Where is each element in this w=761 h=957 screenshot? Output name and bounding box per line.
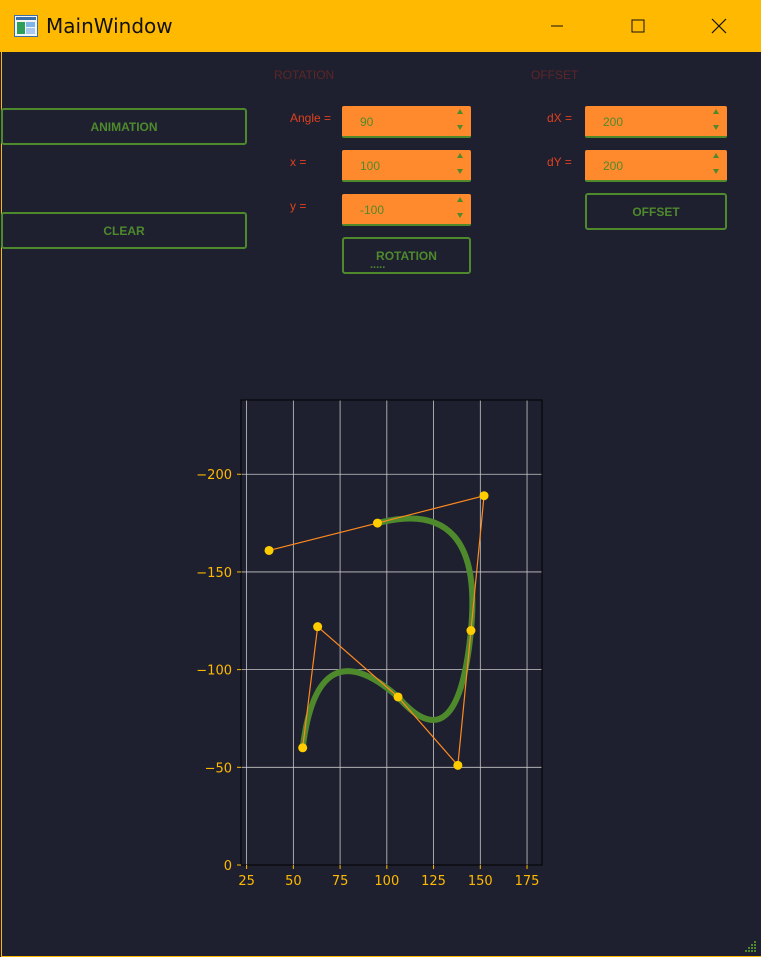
dx-up-arrow-icon[interactable]: [713, 109, 719, 114]
control-point: [453, 760, 463, 770]
y-up-arrow-icon[interactable]: [457, 197, 463, 202]
control-point: [466, 626, 476, 636]
x-tick-label: 150: [468, 874, 493, 889]
x-tick-label: 125: [421, 874, 446, 889]
angle-up-arrow-icon[interactable]: [457, 109, 463, 114]
maximize-button[interactable]: [598, 0, 678, 52]
y-down-arrow-icon[interactable]: [457, 213, 463, 218]
dy-spinbox[interactable]: 200: [585, 150, 727, 182]
rotation-group-label: ROTATION: [274, 68, 335, 82]
y-label: y =: [290, 199, 307, 213]
control-point: [264, 545, 274, 555]
dx-value: 200: [603, 115, 624, 129]
x-tick-label: 100: [374, 874, 399, 889]
rotation-button[interactable]: ROTATION: [342, 237, 471, 274]
minimize-button[interactable]: [517, 0, 597, 52]
x-label: x =: [290, 155, 307, 169]
control-point: [479, 491, 489, 501]
control-point: [313, 622, 323, 632]
x-tick-label: 175: [515, 874, 540, 889]
y-spinbox[interactable]: -100: [342, 194, 471, 226]
dy-up-arrow-icon[interactable]: [713, 153, 719, 158]
x-spinbox[interactable]: 100: [342, 150, 471, 182]
title-bar: MainWindow: [0, 0, 761, 52]
control-point: [393, 692, 403, 702]
maximize-icon: [631, 19, 645, 33]
minimize-icon: [551, 25, 563, 27]
offset-group-label: OFFSET: [531, 68, 579, 82]
y-tick-label: −200: [196, 468, 232, 483]
x-up-arrow-icon[interactable]: [457, 153, 463, 158]
angle-value: 90: [360, 115, 374, 129]
x-tick-label: 75: [332, 874, 349, 889]
control-point: [298, 743, 308, 753]
plot-area: [241, 400, 542, 865]
status-text: .....: [370, 259, 386, 271]
x-tick-label: 25: [238, 874, 255, 889]
y-tick-label: −100: [196, 664, 232, 679]
clear-button[interactable]: CLEAR: [1, 212, 247, 249]
window-title: MainWindow: [46, 14, 173, 38]
dx-spinbox[interactable]: 200: [585, 106, 727, 138]
x-down-arrow-icon[interactable]: [457, 169, 463, 174]
resize-grip-icon[interactable]: [743, 939, 757, 953]
dx-down-arrow-icon[interactable]: [713, 125, 719, 130]
y-value: -100: [360, 203, 385, 217]
close-icon: [711, 18, 727, 34]
angle-down-arrow-icon[interactable]: [457, 125, 463, 130]
offset-button[interactable]: OFFSET: [585, 193, 727, 230]
bezier-chart: 25 50 75 100 125 150 175 0 −50 −100 −150 −200: [196, 399, 543, 889]
dy-label: dY =: [547, 155, 572, 169]
close-button[interactable]: [679, 0, 759, 52]
animation-button[interactable]: ANIMATION: [1, 108, 247, 145]
x-value: 100: [360, 159, 381, 173]
angle-spinbox[interactable]: 90: [342, 106, 471, 138]
app-icon: [14, 15, 38, 37]
angle-label: Angle =: [290, 111, 332, 125]
y-tick-label: −50: [205, 761, 232, 776]
dx-label: dX =: [547, 111, 573, 125]
control-point: [372, 518, 382, 528]
y-tick-label: −150: [196, 566, 232, 581]
y-tick-label: 0: [224, 859, 232, 874]
dy-value: 200: [603, 159, 624, 173]
x-tick-label: 50: [285, 874, 302, 889]
dy-down-arrow-icon[interactable]: [713, 169, 719, 174]
